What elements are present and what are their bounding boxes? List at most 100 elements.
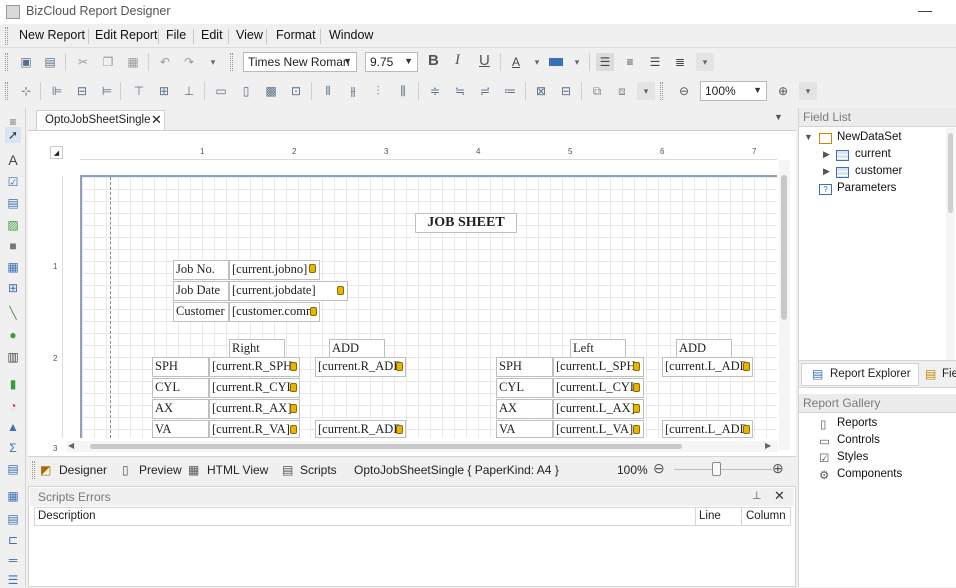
- zoom-select[interactable]: 100% ▼: [700, 81, 767, 101]
- align-bottoms-icon[interactable]: ⊥: [180, 82, 198, 100]
- left-ax-field[interactable]: [current.L_AX]: [553, 399, 644, 419]
- job-no-field[interactable]: [current.jobno]: [229, 260, 320, 280]
- redo-dropdown-icon[interactable]: ▾: [204, 53, 222, 71]
- tree-item-newdataset[interactable]: NewDataSet: [837, 131, 902, 143]
- left-eye-heading[interactable]: Left: [570, 339, 626, 359]
- subreport-tool-icon[interactable]: ⊞: [5, 280, 21, 296]
- zoom-in-icon[interactable]: ⊕: [774, 82, 792, 100]
- view-tab-grip[interactable]: [32, 461, 35, 479]
- page-break-tool-icon[interactable]: ═: [5, 552, 21, 568]
- align-center-icon[interactable]: ≡: [621, 53, 639, 71]
- cross-band-tool-icon[interactable]: ☰: [5, 572, 21, 588]
- gauge-tool-icon[interactable]: ◔: [5, 398, 21, 414]
- menu-grip[interactable]: [5, 27, 8, 45]
- bring-to-front-icon[interactable]: ⧉: [588, 82, 606, 100]
- pointer-tool-icon[interactable]: ➚: [5, 127, 21, 143]
- left-va-label[interactable]: VA: [496, 420, 553, 438]
- zoom-out-icon[interactable]: ⊖: [653, 460, 665, 477]
- tab-field-list[interactable]: Fie: [942, 368, 956, 380]
- font-color-icon[interactable]: A: [507, 53, 525, 71]
- checkbox-tool-icon[interactable]: ☑: [5, 174, 21, 190]
- left-add-heading[interactable]: ADD: [676, 339, 732, 359]
- scroll-right-icon[interactable]: ▶: [765, 441, 771, 450]
- sparkline-tool-icon[interactable]: ▲: [5, 419, 21, 435]
- menu-view[interactable]: View: [234, 28, 265, 42]
- zoom-slider[interactable]: [674, 469, 772, 470]
- right-eye-heading[interactable]: Right: [229, 339, 285, 359]
- cut-icon[interactable]: ✂: [74, 53, 92, 71]
- font-size-select[interactable]: 9.75 ▼: [365, 52, 418, 72]
- remove-horizontal-spacing-icon[interactable]: ⫼: [394, 82, 412, 100]
- minimize-button[interactable]: —: [918, 2, 932, 18]
- make-same-size-icon[interactable]: ⊡: [287, 82, 305, 100]
- customer-label[interactable]: Customer: [173, 302, 229, 322]
- tree-item-current[interactable]: current: [855, 148, 891, 160]
- picture-box-tool-icon[interactable]: ▨: [5, 217, 21, 233]
- ax-label[interactable]: AX: [152, 399, 209, 419]
- background-color-icon[interactable]: [547, 53, 565, 71]
- decrease-horizontal-spacing-icon[interactable]: ⫶: [369, 82, 387, 100]
- right-va-add-field[interactable]: [current.R_ADD: [315, 420, 406, 438]
- job-date-label[interactable]: Job Date: [173, 281, 229, 301]
- gallery-item-reports[interactable]: Reports: [837, 417, 877, 429]
- page-info-tool-icon[interactable]: Σ: [5, 440, 21, 456]
- line-tool-icon[interactable]: ╲: [5, 305, 21, 321]
- rich-text-tool-icon[interactable]: ▤: [5, 195, 21, 211]
- label-tool-icon[interactable]: A: [5, 152, 21, 168]
- increase-horizontal-spacing-icon[interactable]: ⫵: [344, 82, 362, 100]
- zoom-in-icon[interactable]: ⊕: [772, 460, 784, 477]
- left-cyl-field[interactable]: [current.L_CYL: [553, 378, 644, 398]
- tab-designer[interactable]: Designer: [59, 463, 107, 477]
- table-tool-icon[interactable]: ▦: [5, 259, 21, 275]
- align-to-grid-icon[interactable]: ⊹: [17, 82, 35, 100]
- zip-code-tool-icon[interactable]: ⊏: [5, 532, 21, 548]
- copy-icon[interactable]: ❐: [99, 53, 117, 71]
- make-same-height-icon[interactable]: ▯: [237, 82, 255, 100]
- italic-button[interactable]: I: [455, 52, 460, 69]
- tree-item-customer[interactable]: customer: [855, 165, 902, 177]
- align-rights-icon[interactable]: ⊨: [98, 82, 116, 100]
- barcode-tool-icon[interactable]: ▥: [5, 349, 21, 365]
- toolbar-grip[interactable]: [5, 82, 8, 100]
- tab-report-explorer[interactable]: ▤ Report Explorer: [801, 363, 919, 386]
- scroll-left-icon[interactable]: ◀: [68, 441, 74, 450]
- right-add-heading[interactable]: ADD: [329, 339, 385, 359]
- column-line[interactable]: Line: [699, 510, 721, 522]
- chart-tool-icon[interactable]: ▮: [5, 376, 21, 392]
- align-lefts-icon[interactable]: ⊫: [48, 82, 66, 100]
- toolbar-grip[interactable]: [660, 82, 663, 100]
- job-no-label[interactable]: Job No.: [173, 260, 229, 280]
- zoom-out-icon[interactable]: ⊖: [675, 82, 693, 100]
- expand-icon[interactable]: ▶: [823, 166, 830, 177]
- gallery-item-controls[interactable]: Controls: [837, 434, 880, 446]
- make-same-width-icon[interactable]: ▭: [212, 82, 230, 100]
- tree-item-parameters[interactable]: Parameters: [837, 182, 896, 194]
- save-icon[interactable]: ▣: [17, 53, 35, 71]
- remove-vertical-spacing-icon[interactable]: ≔: [501, 82, 519, 100]
- toolbar-grip[interactable]: [230, 53, 233, 71]
- close-icon[interactable]: ✕: [774, 488, 785, 504]
- center-horizontally-icon[interactable]: ⊠: [532, 82, 550, 100]
- shape-tool-icon[interactable]: ●: [5, 327, 21, 343]
- left-sph-label[interactable]: SPH: [496, 357, 553, 377]
- left-va-field[interactable]: [current.L_VA]: [553, 420, 644, 438]
- redo-icon[interactable]: ↷: [180, 53, 198, 71]
- tab-html-view[interactable]: HTML View: [207, 463, 268, 477]
- pin-icon[interactable]: ⊥: [752, 489, 762, 502]
- tab-preview[interactable]: Preview: [139, 463, 182, 477]
- gallery-item-components[interactable]: Components: [837, 468, 902, 480]
- va-label[interactable]: VA: [152, 420, 209, 438]
- sph-label[interactable]: SPH: [152, 357, 209, 377]
- horizontal-spacing-equal-icon[interactable]: ⫴: [319, 82, 337, 100]
- vertical-spacing-equal-icon[interactable]: ≑: [426, 82, 444, 100]
- right-va-field[interactable]: [current.R_VA]: [209, 420, 300, 438]
- size-to-grid-icon[interactable]: ▩: [262, 82, 280, 100]
- left-sph-field[interactable]: [current.L_SPH: [553, 357, 644, 377]
- left-ax-label[interactable]: AX: [496, 399, 553, 419]
- chevron-down-icon[interactable]: ▾: [568, 53, 586, 71]
- align-centers-icon[interactable]: ⊟: [73, 82, 91, 100]
- menu-window[interactable]: Window: [327, 28, 375, 42]
- right-sph-field[interactable]: [current.R_SPH: [209, 357, 300, 377]
- job-date-field[interactable]: [current.jobdate]: [229, 281, 348, 301]
- menu-edit[interactable]: Edit: [199, 28, 225, 42]
